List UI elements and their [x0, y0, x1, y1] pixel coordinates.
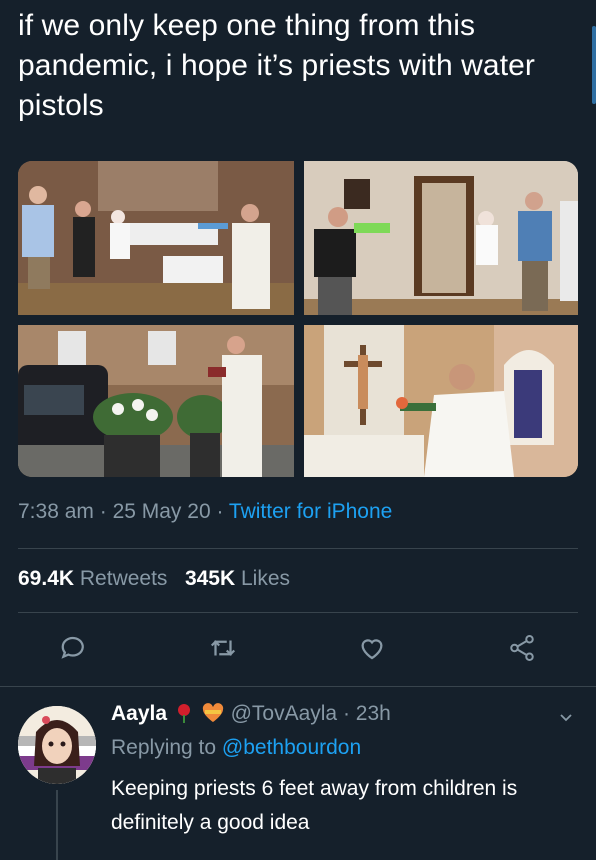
photo-3-image	[18, 325, 294, 477]
tweet-time[interactable]: 7:38 am	[18, 500, 94, 523]
retweets-stat[interactable]: 69.4K Retweets	[18, 567, 167, 590]
rose-icon	[177, 704, 190, 723]
like-button[interactable]	[352, 628, 392, 668]
photo-1-image	[18, 161, 294, 315]
heart-icon	[361, 639, 383, 660]
tweet-date[interactable]: 25 May 20	[113, 500, 211, 523]
retweet-icon	[210, 640, 236, 656]
tweet-media-grid[interactable]	[18, 161, 578, 477]
chevron-down-icon	[560, 714, 572, 722]
photo-4-image	[304, 325, 578, 477]
engagement-stats: 69.4K Retweets 345K Likes	[18, 567, 290, 591]
reply-time[interactable]: 23h	[356, 702, 391, 725]
avatar-image	[18, 706, 96, 784]
reply-button[interactable]	[54, 628, 94, 668]
divider	[18, 548, 578, 549]
retweets-count: 69.4K	[18, 567, 75, 590]
reply-author-name[interactable]: Aayla	[111, 702, 167, 725]
separator-dot: ·	[216, 500, 229, 523]
reply-header: Aayla @TovAayla · 23h	[111, 702, 391, 726]
photo-2-image	[304, 161, 578, 315]
replying-to-mention[interactable]: @bethbourdon	[222, 736, 361, 759]
reply-author-handle[interactable]: @TovAayla	[231, 702, 338, 725]
share-icon	[510, 635, 534, 661]
thread-line	[56, 790, 58, 860]
more-options-button[interactable]	[558, 710, 574, 731]
comment-icon	[61, 636, 84, 659]
likes-label: Likes	[241, 567, 291, 590]
photo-3[interactable]	[18, 325, 294, 477]
heart-ribbon-icon	[202, 703, 223, 722]
tweet-text: if we only keep one thing from this pand…	[18, 9, 536, 122]
reply-text: Keeping priests 6 feet away from childre…	[111, 777, 518, 834]
photo-1[interactable]	[18, 161, 294, 315]
likes-count: 345K	[184, 567, 236, 590]
retweet-button[interactable]	[203, 628, 243, 668]
reply-tweet[interactable]: Aayla @TovAayla · 23h Replying to @bethb…	[0, 688, 596, 860]
tweet-action-bar	[0, 628, 596, 672]
photo-2[interactable]	[304, 161, 578, 315]
avatar[interactable]	[18, 706, 96, 784]
replying-prefix: Replying to	[111, 736, 217, 759]
divider	[18, 612, 578, 613]
separator-dot: ·	[99, 500, 113, 523]
photo-4[interactable]	[304, 325, 578, 477]
separator-dot: ·	[342, 702, 356, 725]
share-button[interactable]	[502, 628, 542, 668]
retweets-label: Retweets	[79, 567, 168, 590]
tweet-timestamp-row: 7:38 am · 25 May 20 · Twitter for iPhone	[18, 500, 392, 524]
likes-stat[interactable]: 345K Likes	[185, 567, 290, 590]
tweet-source-link[interactable]: Twitter for iPhone	[229, 500, 392, 523]
divider	[0, 686, 596, 687]
scroll-indicator[interactable]	[592, 26, 596, 104]
replying-to-line: Replying to @bethbourdon	[111, 736, 361, 760]
